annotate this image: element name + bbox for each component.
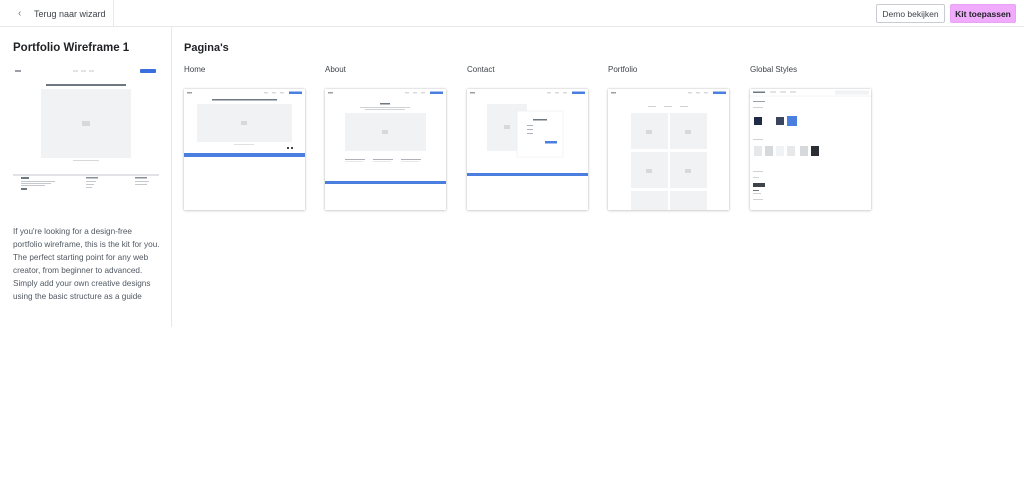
page-label: Home [184, 65, 206, 74]
page-label: Contact [467, 65, 495, 74]
back-to-wizard-button[interactable]: ‹ Terug naar wizard [0, 0, 114, 27]
page-label: About [325, 65, 346, 74]
pages-panel: Pagina's Home About Contact Portfolio Gl… [184, 27, 1014, 327]
apply-kit-button[interactable]: Kit toepassen [950, 4, 1016, 23]
back-to-wizard-label: Terug naar wizard [34, 8, 106, 19]
kit-description: If you're looking for a design-free port… [13, 227, 160, 301]
page-card-about[interactable]: About [325, 65, 446, 210]
page-card-contact[interactable]: Contact [467, 65, 588, 210]
kit-sidebar: Portfolio Wireframe 1 If you're looking … [0, 27, 172, 327]
page-card-global-styles[interactable]: Global Styles [750, 65, 871, 210]
page-thumbnail-home[interactable] [184, 89, 305, 210]
kit-title: Portfolio Wireframe 1 [13, 42, 130, 54]
chevron-left-icon: ‹ [18, 8, 22, 19]
top-bar: ‹ Terug naar wizard Demo bekijken Kit to… [0, 0, 1024, 27]
kit-preview-image [13, 69, 159, 191]
page-card-home[interactable]: Home [184, 65, 305, 210]
page-card-portfolio[interactable]: Portfolio [608, 65, 729, 210]
page-thumbnail-portfolio[interactable] [608, 89, 729, 210]
page-label: Portfolio [608, 65, 638, 74]
page-label: Global Styles [750, 65, 798, 74]
view-demo-button[interactable]: Demo bekijken [876, 4, 945, 23]
pages-section-title: Pagina's [184, 42, 229, 54]
page-thumbnail-global-styles[interactable] [750, 89, 871, 210]
page-thumbnail-contact[interactable] [467, 89, 588, 210]
page-thumbnail-about[interactable] [325, 89, 446, 210]
